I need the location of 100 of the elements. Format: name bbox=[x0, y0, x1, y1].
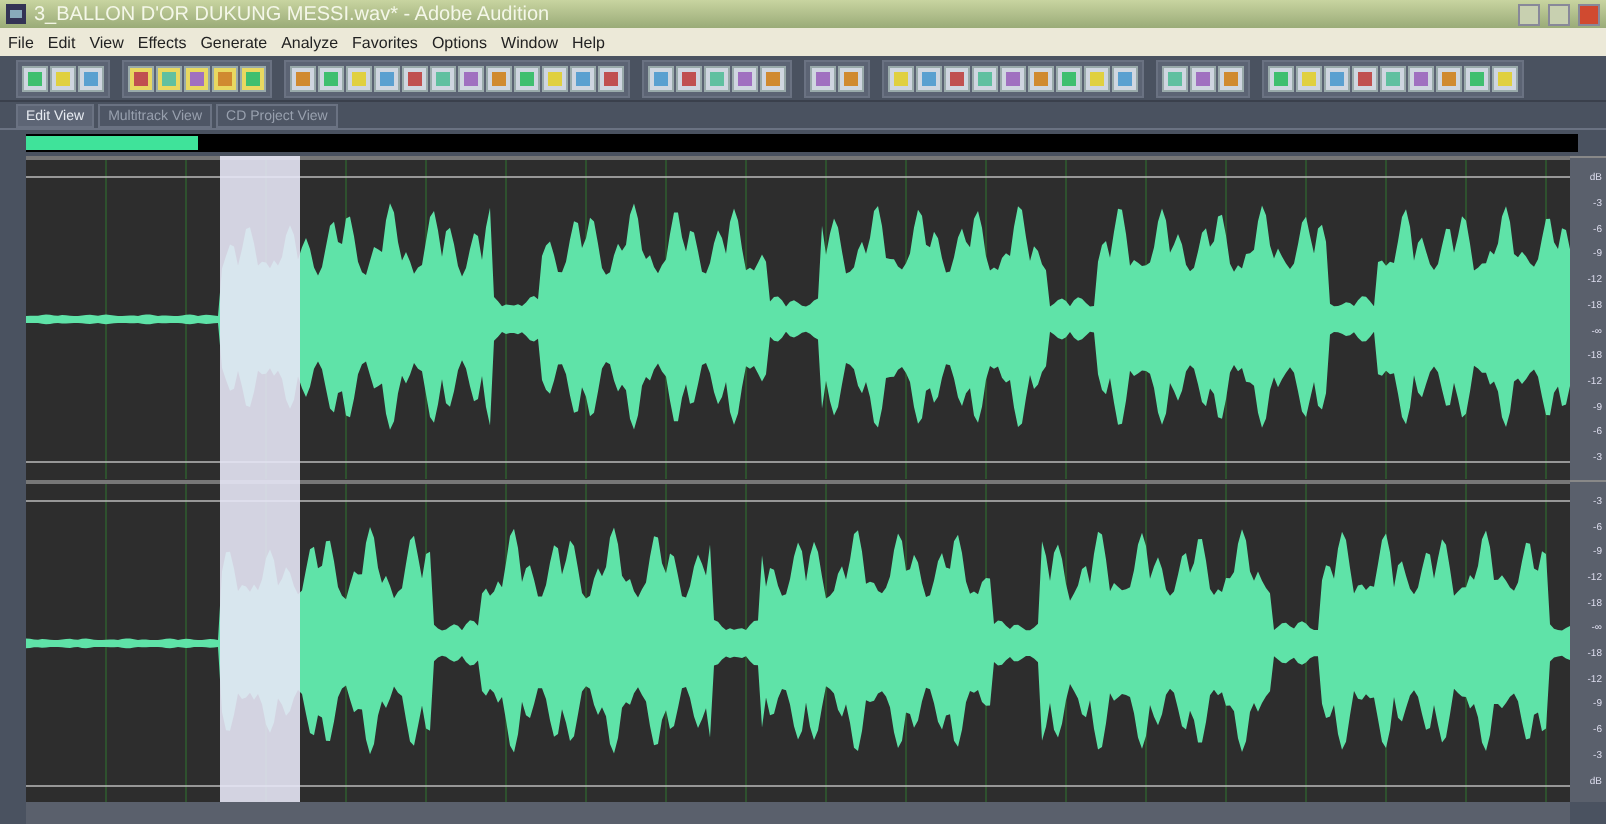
toolbar-button[interactable] bbox=[1268, 65, 1294, 91]
square-icon bbox=[922, 71, 936, 85]
square-icon bbox=[894, 71, 908, 85]
toolbar-button[interactable] bbox=[944, 65, 970, 91]
toolbar-button[interactable] bbox=[760, 65, 786, 91]
square-icon bbox=[1302, 71, 1316, 85]
square-icon bbox=[56, 71, 70, 85]
restore-button[interactable] bbox=[1548, 3, 1570, 25]
toolbar-button[interactable] bbox=[128, 65, 154, 91]
toolbar-button[interactable] bbox=[838, 65, 864, 91]
toolbar-button[interactable] bbox=[570, 65, 596, 91]
toolbar-button[interactable] bbox=[916, 65, 942, 91]
toolbar-button[interactable] bbox=[458, 65, 484, 91]
square-icon bbox=[1386, 71, 1400, 85]
menu-item[interactable]: Analyze bbox=[281, 33, 339, 51]
square-icon bbox=[576, 71, 590, 85]
toolbar-button[interactable] bbox=[972, 65, 998, 91]
menu-item[interactable]: Help bbox=[571, 33, 605, 51]
toolbar-button[interactable] bbox=[1218, 65, 1244, 91]
toolbar-button[interactable] bbox=[1352, 65, 1378, 91]
close-button[interactable] bbox=[1578, 3, 1600, 25]
toolbar-button[interactable] bbox=[704, 65, 730, 91]
menu-item[interactable]: Edit bbox=[47, 33, 76, 51]
square-icon bbox=[682, 71, 696, 85]
toolbar-button[interactable] bbox=[1324, 65, 1350, 91]
square-icon bbox=[246, 71, 260, 85]
toolbar-button[interactable] bbox=[290, 65, 316, 91]
toolbar-button[interactable] bbox=[318, 65, 344, 91]
toolbar-button[interactable] bbox=[1296, 65, 1322, 91]
toolbar-button[interactable] bbox=[1084, 65, 1110, 91]
menu-item[interactable]: Generate bbox=[200, 33, 268, 51]
toolbar-button[interactable] bbox=[1436, 65, 1462, 91]
square-icon bbox=[738, 71, 752, 85]
toolbar-button[interactable] bbox=[1408, 65, 1434, 91]
square-icon bbox=[492, 71, 506, 85]
toolbar-button[interactable] bbox=[1492, 65, 1518, 91]
toolbar-button[interactable] bbox=[1464, 65, 1490, 91]
square-icon bbox=[1034, 71, 1048, 85]
square-icon bbox=[352, 71, 366, 85]
square-icon bbox=[1358, 71, 1372, 85]
toolbar-button[interactable] bbox=[156, 65, 182, 91]
toolbar-button[interactable] bbox=[1028, 65, 1054, 91]
toolbar-button[interactable] bbox=[732, 65, 758, 91]
toolbar-button[interactable] bbox=[50, 65, 76, 91]
square-icon bbox=[436, 71, 450, 85]
square-icon bbox=[324, 71, 338, 85]
square-icon bbox=[950, 71, 964, 85]
minimize-button[interactable] bbox=[1518, 3, 1540, 25]
square-icon bbox=[978, 71, 992, 85]
toolbar-button[interactable] bbox=[430, 65, 456, 91]
toolbar-button[interactable] bbox=[374, 65, 400, 91]
menu-item[interactable]: File bbox=[8, 33, 34, 51]
square-icon bbox=[380, 71, 394, 85]
toolbar-button[interactable] bbox=[78, 65, 104, 91]
square-icon bbox=[520, 71, 534, 85]
square-icon bbox=[1168, 71, 1182, 85]
square-icon bbox=[28, 71, 42, 85]
toolbar-button[interactable] bbox=[810, 65, 836, 91]
menu-item[interactable]: Window bbox=[501, 33, 558, 51]
square-icon bbox=[604, 71, 618, 85]
square-icon bbox=[1090, 71, 1104, 85]
square-icon bbox=[1330, 71, 1344, 85]
square-icon bbox=[816, 71, 830, 85]
square-icon bbox=[1442, 71, 1456, 85]
square-icon bbox=[844, 71, 858, 85]
square-icon bbox=[84, 71, 98, 85]
square-icon bbox=[1414, 71, 1428, 85]
toolbar-button[interactable] bbox=[514, 65, 540, 91]
menu-item[interactable]: Effects bbox=[137, 33, 187, 51]
toolbar-button[interactable] bbox=[486, 65, 512, 91]
square-icon bbox=[710, 71, 724, 85]
toolbar-button[interactable] bbox=[648, 65, 674, 91]
menu-item[interactable]: Options bbox=[431, 33, 488, 51]
toolbar-button[interactable] bbox=[1112, 65, 1138, 91]
overview-bar[interactable] bbox=[26, 134, 1578, 152]
toolbar-button[interactable] bbox=[888, 65, 914, 91]
toolbar-button[interactable] bbox=[1056, 65, 1082, 91]
square-icon bbox=[190, 71, 204, 85]
toolbar-button[interactable] bbox=[1000, 65, 1026, 91]
toolbar-button[interactable] bbox=[1190, 65, 1216, 91]
toolbar-button[interactable] bbox=[22, 65, 48, 91]
menu-item[interactable]: View bbox=[89, 33, 124, 51]
square-icon bbox=[1224, 71, 1238, 85]
square-icon bbox=[1006, 71, 1020, 85]
toolbar-button[interactable] bbox=[240, 65, 266, 91]
toolbar-button[interactable] bbox=[1162, 65, 1188, 91]
toolbar-button[interactable] bbox=[598, 65, 624, 91]
toolbar-button[interactable] bbox=[402, 65, 428, 91]
square-icon bbox=[1196, 71, 1210, 85]
toolbar-button[interactable] bbox=[212, 65, 238, 91]
square-icon bbox=[766, 71, 780, 85]
toolbar-button[interactable] bbox=[542, 65, 568, 91]
toolbar-button[interactable] bbox=[184, 65, 210, 91]
square-icon bbox=[1470, 71, 1484, 85]
toolbar-button[interactable] bbox=[346, 65, 372, 91]
menu-item[interactable]: Favorites bbox=[352, 33, 418, 51]
square-icon bbox=[408, 71, 422, 85]
square-icon bbox=[1062, 71, 1076, 85]
toolbar-button[interactable] bbox=[676, 65, 702, 91]
toolbar-button[interactable] bbox=[1380, 65, 1406, 91]
